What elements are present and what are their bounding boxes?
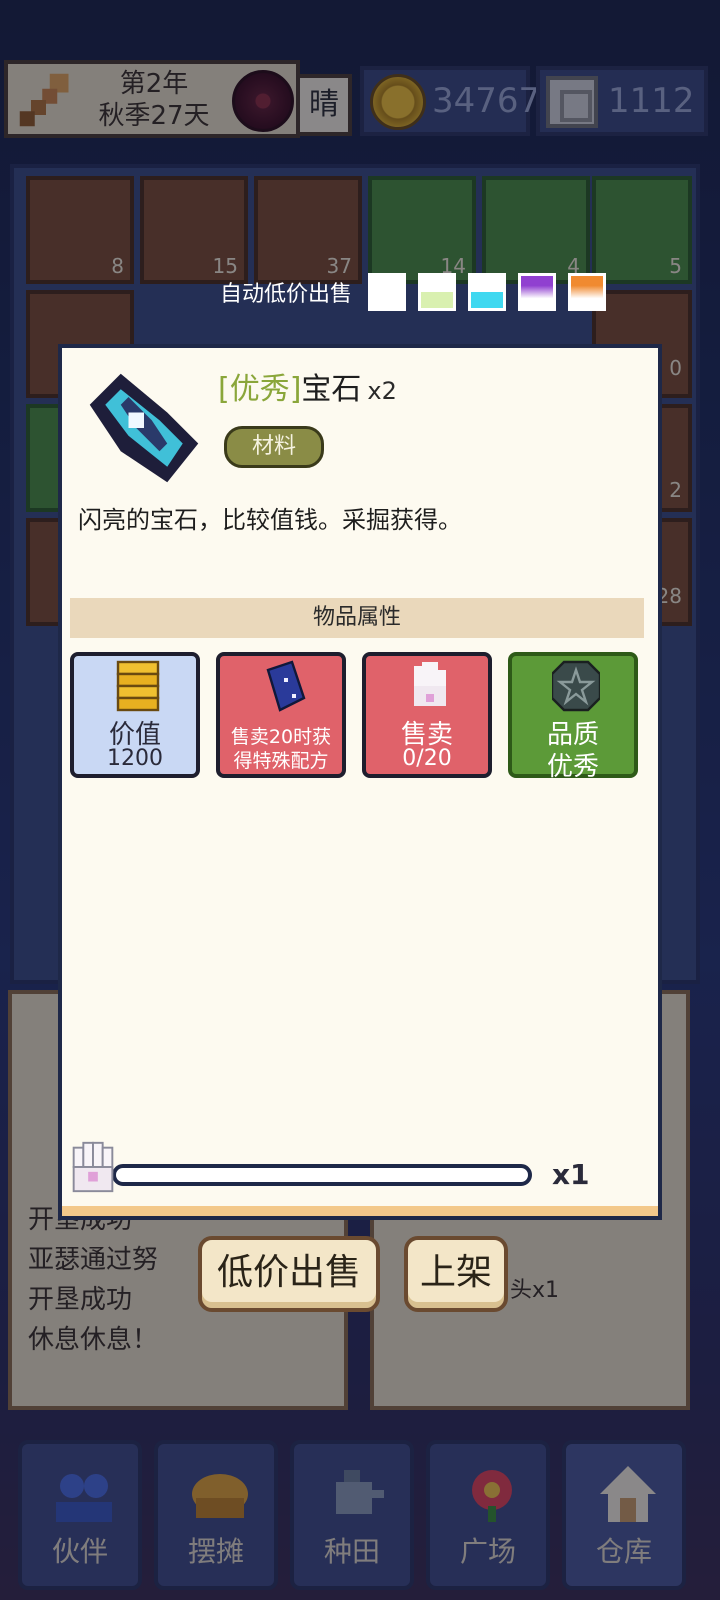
inventory-slot[interactable]: 37 xyxy=(254,176,362,284)
item-type-tag: 材料 xyxy=(224,426,324,468)
quantity-label: x1 xyxy=(552,1158,590,1191)
inventory-slot[interactable]: 8 xyxy=(26,176,134,284)
inventory-slot[interactable]: 4 xyxy=(482,176,590,284)
weather-label: 晴 xyxy=(296,74,352,136)
auto-sell-row: 自动低价出售 xyxy=(220,272,607,312)
nav-label: 伙伴 xyxy=(51,1535,108,1568)
auto-sell-green-checkbox[interactable] xyxy=(418,273,457,311)
warehouse-icon xyxy=(600,1466,656,1522)
quantity-slider[interactable] xyxy=(112,1164,532,1186)
attr-line2: 1200 xyxy=(107,746,163,771)
log-line-right: 头x1 xyxy=(510,1278,560,1303)
sell-low-button[interactable]: 低价出售 xyxy=(198,1236,380,1312)
inventory-slot[interactable]: 14 xyxy=(368,176,476,284)
nav-plaza[interactable]: 广场 xyxy=(426,1440,550,1590)
stall-icon xyxy=(192,1474,248,1518)
attr-line2: 得特殊配方 xyxy=(233,750,329,772)
partner-icon xyxy=(56,1474,112,1522)
item-count: x2 xyxy=(367,377,397,405)
attr-line2: 优秀 xyxy=(546,752,599,782)
attr-sell-recipe: 售卖20时获 得特殊配方 xyxy=(216,652,346,778)
date-panel: 第2年 秋季27天 xyxy=(4,60,300,138)
auto-sell-label: 自动低价出售 xyxy=(220,282,353,307)
inventory-slot[interactable]: 15 xyxy=(140,176,248,284)
item-title: [优秀]宝石 x2 xyxy=(218,364,397,408)
star-badge-icon xyxy=(552,660,600,712)
attributes-header: 物品属性 xyxy=(70,598,644,638)
nav-label: 广场 xyxy=(459,1535,516,1568)
item-description: 闪亮的宝石，比较值钱。采掘获得。 xyxy=(78,506,462,534)
silver-icon xyxy=(546,76,598,128)
farm-icon xyxy=(336,1470,384,1514)
attr-sell-count: 售卖 0/20 xyxy=(362,652,492,778)
attr-line1: 售卖20时获 xyxy=(230,726,332,748)
log-list: 开垦成功 亚瑟通过努 开垦成功 休息休息！ xyxy=(28,1200,158,1360)
gold-coin-icon xyxy=(370,74,426,130)
auto-sell-blue-checkbox[interactable] xyxy=(468,273,507,311)
bottom-nav: 伙伴 摆摊 种田 广场 仓库 xyxy=(0,1430,720,1600)
year-label: 第2年 xyxy=(119,69,189,99)
auto-sell-orange-checkbox[interactable] xyxy=(568,273,607,311)
item-quality: [优秀] xyxy=(218,372,302,407)
glove-icon xyxy=(414,662,446,706)
attr-line2: 0/20 xyxy=(402,746,452,771)
nav-stall[interactable]: 摆摊 xyxy=(154,1440,278,1590)
torch-icon xyxy=(19,73,69,127)
gold-counter: 34767 xyxy=(360,66,540,136)
log-line: 亚瑟通过努 xyxy=(28,1245,159,1275)
attr-quality: 品质 优秀 xyxy=(508,652,638,782)
nav-label: 种田 xyxy=(323,1535,380,1568)
log-line: 开垦成功 xyxy=(28,1285,133,1315)
item-name: 宝石 xyxy=(301,372,362,407)
modal-bottom-strip xyxy=(62,1206,658,1216)
season-day-label: 秋季27天 xyxy=(98,101,210,131)
silver-value: 1112 xyxy=(608,81,695,121)
nav-label: 仓库 xyxy=(595,1535,652,1568)
nav-warehouse[interactable]: 仓库 xyxy=(562,1440,686,1590)
book-icon xyxy=(266,660,306,712)
log-line: 休息休息！ xyxy=(28,1325,159,1355)
coin-stack-icon xyxy=(116,660,160,712)
gold-value: 34767 xyxy=(432,81,541,121)
nav-label: 摆摊 xyxy=(187,1535,244,1568)
slider-handle-glove-icon[interactable] xyxy=(64,1138,122,1196)
list-on-stall-button[interactable]: 上架 xyxy=(404,1236,508,1312)
plaza-icon xyxy=(472,1470,512,1522)
nav-partner[interactable]: 伙伴 xyxy=(18,1440,142,1590)
inventory-slot[interactable]: 5 xyxy=(592,176,692,284)
attr-value: 价值 1200 xyxy=(70,652,200,778)
gem-icon xyxy=(89,373,199,483)
nav-farm[interactable]: 种田 xyxy=(290,1440,414,1590)
auto-sell-white-checkbox[interactable] xyxy=(368,273,407,311)
silver-counter: 1112 xyxy=(536,66,708,136)
clock-disc-icon xyxy=(232,70,294,132)
auto-sell-purple-checkbox[interactable] xyxy=(518,273,557,311)
item-detail-modal: [优秀]宝石 x2 材料 闪亮的宝石，比较值钱。采掘获得。 物品属性 价值 120… xyxy=(58,344,662,1220)
